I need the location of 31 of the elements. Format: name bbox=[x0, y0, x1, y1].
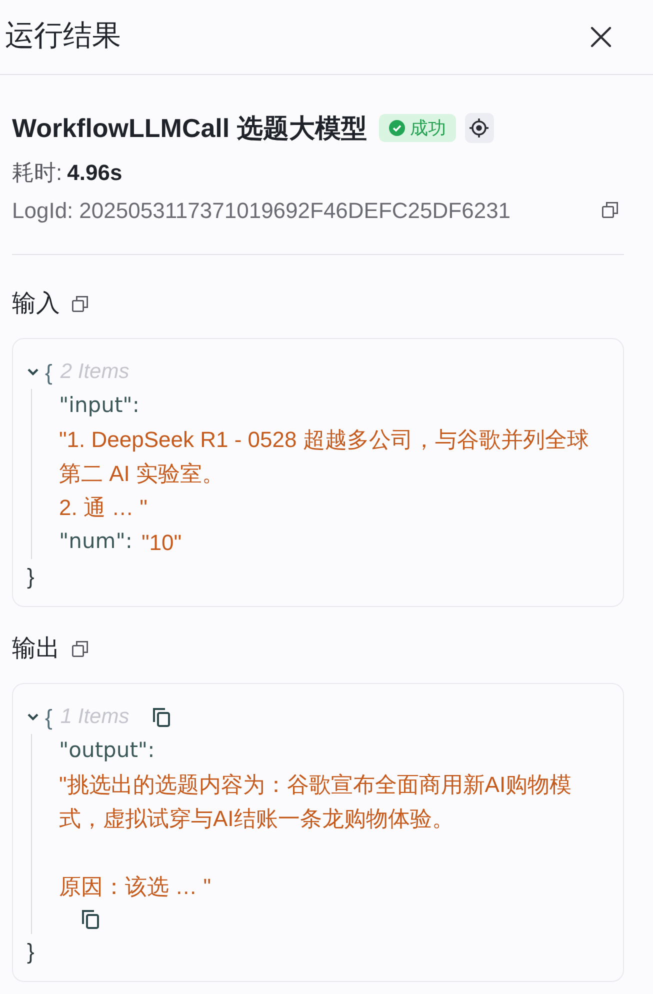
json-value: 2. 通 … " bbox=[59, 494, 148, 522]
node-title: WorkflowLLMCall 选题大模型 bbox=[12, 112, 367, 144]
section-title: 输出 bbox=[12, 634, 60, 664]
close-button[interactable] bbox=[590, 26, 612, 48]
close-brace: } bbox=[27, 562, 34, 591]
logid-label: LogId: bbox=[12, 196, 74, 225]
json-key: "output": bbox=[59, 735, 155, 767]
copy-icon[interactable] bbox=[72, 296, 88, 312]
open-brace: { bbox=[45, 704, 52, 732]
json-key: "input": bbox=[59, 390, 140, 422]
duration-label: 耗时: bbox=[12, 158, 62, 186]
copy-button[interactable] bbox=[152, 707, 172, 727]
json-value: "10" bbox=[141, 528, 182, 556]
duration-value: 4.96s bbox=[67, 158, 122, 186]
logid-value: 2025053117371019692F46DEFC25DF6231 bbox=[79, 196, 511, 224]
open-brace: { bbox=[45, 358, 52, 387]
status-badge: 成功 bbox=[378, 114, 456, 142]
json-value: "1. DeepSeek R1 - 0528 超越多公司，与谷歌并列全球第二 AI 实验室。 bbox=[59, 426, 590, 488]
close-brace: } bbox=[27, 938, 34, 966]
section-title: 输入 bbox=[12, 289, 60, 319]
collapse-toggle[interactable] bbox=[27, 711, 39, 723]
panel-title: 运行结果 bbox=[5, 19, 121, 54]
copy-icon[interactable] bbox=[602, 202, 618, 218]
copy-button[interactable] bbox=[81, 909, 101, 929]
copy-icon[interactable] bbox=[72, 641, 88, 657]
json-value: 原因：该选 … " bbox=[59, 873, 212, 901]
json-value: "挑选出的选题内容为：谷歌宣布全面商用新AI购物模式，虚拟试穿与AI结账一条龙购物体验。 bbox=[59, 771, 573, 833]
json-key: "num": bbox=[59, 526, 132, 558]
locate-button[interactable] bbox=[464, 113, 494, 143]
collapse-toggle[interactable] bbox=[27, 366, 39, 378]
check-circle-icon bbox=[388, 120, 405, 136]
